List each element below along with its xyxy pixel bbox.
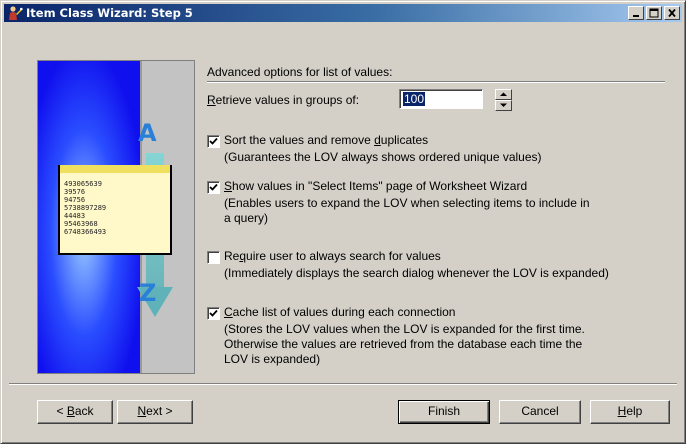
retrieve-groups-input[interactable]: 100 <box>399 89 483 109</box>
sort-remove-duplicates-label[interactable]: Sort the values and remove duplicates <box>224 133 428 148</box>
list-value-item: 493065639 <box>64 180 102 188</box>
maximize-icon <box>649 8 659 18</box>
list-value-item: 39576 <box>64 188 86 196</box>
minimize-button[interactable] <box>628 6 644 20</box>
list-value-item: 95463968 <box>64 220 98 228</box>
retrieve-label: Retrieve values in groups of: <box>207 93 360 107</box>
next-button[interactable]: Next > <box>117 400 193 424</box>
finish-button[interactable]: Finish <box>398 400 490 424</box>
checkmark-icon <box>209 183 218 191</box>
sort-illustration-graphic <box>38 61 194 373</box>
list-value-item: 94756 <box>64 196 86 204</box>
require-search-description: (Immediately displays the search dialog … <box>224 266 609 280</box>
show-values-select-items-label[interactable]: Show values in "Select Items" page of Wo… <box>224 179 527 194</box>
show-values-description-line-2: a query) <box>224 211 269 225</box>
maximize-button[interactable] <box>646 6 662 20</box>
window-title: Item Class Wizard: Step 5 <box>26 6 193 20</box>
checkmark-icon <box>209 309 218 317</box>
section-heading: Advanced options for list of values: <box>207 65 393 79</box>
cache-list-label[interactable]: Cache list of values during each connect… <box>224 305 455 320</box>
footer-separator <box>9 383 677 385</box>
arrow-up-icon <box>500 92 507 96</box>
spin-up-button[interactable] <box>495 89 512 100</box>
show-values-description-line-1: (Enables users to expand the LOV when se… <box>224 196 590 210</box>
wizard-app-icon <box>9 6 23 20</box>
cache-list-description-line-3: LOV is expanded) <box>224 352 321 366</box>
wizard-illustration: A Z 493065639 39576 94756 5738897289 44483 95… <box>37 60 195 374</box>
require-search-label[interactable]: Require user to always search for values <box>224 249 441 264</box>
spin-down-button[interactable] <box>495 100 512 111</box>
letter-a: A <box>138 119 157 147</box>
list-value-item: 6748366493 <box>64 228 107 236</box>
sort-remove-duplicates-description: (Guarantees the LOV always shows ordered… <box>224 150 542 164</box>
list-value-item: 5738897289 <box>64 204 107 212</box>
cache-list-description-line-2: Otherwise the values are retrieved from … <box>224 337 583 351</box>
letter-z: Z <box>139 279 157 307</box>
cancel-button[interactable]: Cancel <box>499 400 581 424</box>
retrieve-groups-value: 100 <box>403 92 426 106</box>
show-values-select-items-checkbox[interactable] <box>207 181 220 194</box>
require-search-checkbox[interactable] <box>207 251 220 264</box>
cache-list-description-line-1: (Stores the LOV values when the LOV is e… <box>224 322 585 336</box>
retrieve-groups-spinner[interactable] <box>495 89 512 111</box>
title-bar[interactable]: Item Class Wizard: Step 5 <box>4 4 682 22</box>
cache-list-checkbox[interactable] <box>207 307 220 320</box>
minimize-icon <box>633 15 639 17</box>
back-button[interactable]: < Back <box>37 400 113 424</box>
help-button[interactable]: Help <box>590 400 670 424</box>
close-icon <box>668 8 676 18</box>
close-button[interactable] <box>664 6 680 20</box>
arrow-down-icon <box>500 103 507 107</box>
sort-remove-duplicates-checkbox[interactable] <box>207 135 220 148</box>
list-value-item: 44483 <box>64 212 86 220</box>
heading-separator <box>207 81 665 83</box>
checkmark-icon <box>209 137 218 145</box>
wizard-window: Item Class Wizard: Step 5 A Z 493065639 … <box>0 0 686 444</box>
